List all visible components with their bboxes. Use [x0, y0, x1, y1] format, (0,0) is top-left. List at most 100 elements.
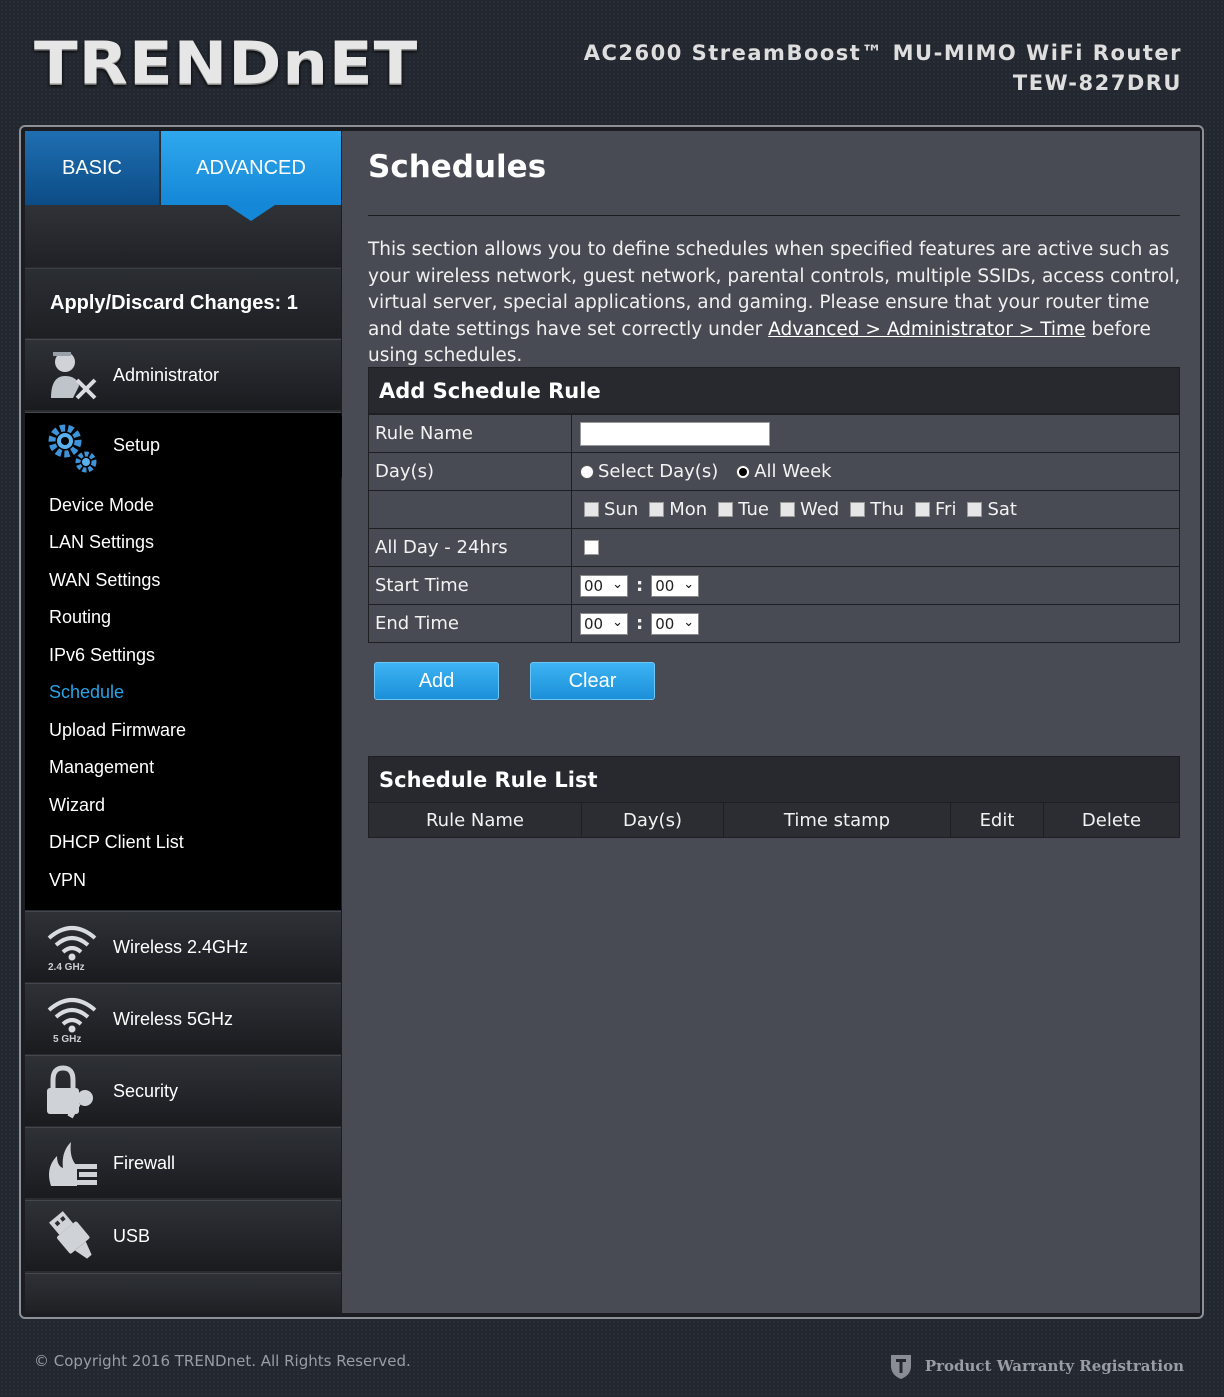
all-week-radio[interactable] [736, 464, 751, 479]
product-title: AC2600 StreamBoost™ MU-MIMO WiFi Router … [584, 38, 1182, 98]
all-day-checkbox[interactable] [584, 540, 599, 555]
wifi-band-label: 2.4 GHz [48, 962, 85, 973]
rule-list-header: Rule Name Day(s) Time stamp Edit Delete [369, 803, 1179, 837]
sidebar-subitem-wan-settings[interactable]: WAN Settings [49, 570, 160, 591]
rule-name-input[interactable] [580, 421, 770, 446]
lock-key-icon [47, 1065, 93, 1119]
end-hour-select[interactable]: 00 ⌄ [580, 612, 628, 635]
sidebar-subitem-ipv6-settings[interactable]: IPv6 Settings [49, 645, 155, 666]
sidebar-item-label: Administrator [113, 364, 220, 385]
day-label: Sun [604, 499, 639, 520]
trendnet-logo: TRENDnET [34, 30, 419, 99]
page-title: Schedules [368, 149, 547, 185]
column-header-rule-name: Rule Name [369, 803, 582, 837]
days-row: Day(s) Select Day(s) All Week [369, 452, 1179, 490]
sidebar-footer [25, 1273, 341, 1313]
tab-spacer [25, 205, 341, 267]
field-label: End Time [369, 605, 572, 642]
apply-discard-changes[interactable]: Apply/Discard Changes: 1 [25, 268, 341, 338]
field-label: All Day - 24hrs [369, 529, 572, 566]
radio-label: All Week [754, 461, 832, 482]
start-minute-select[interactable]: 00 ⌄ [651, 574, 700, 597]
sidebar-item-usb[interactable]: USB [25, 1200, 341, 1271]
gear-icon [48, 424, 97, 473]
administrator-icon [51, 352, 97, 400]
sidebar-subitem-device-mode[interactable]: Device Mode [49, 495, 154, 516]
sidebar-subitem-lan-settings[interactable]: LAN Settings [49, 532, 154, 553]
end-time-row: End Time 00 ⌄ : 00 ⌄ [369, 604, 1179, 642]
add-button[interactable]: Add [374, 662, 499, 700]
intro-text: This section allows you to define schedu… [368, 237, 1188, 370]
day-checkbox-thu[interactable] [850, 502, 866, 517]
sidebar-subitem-management[interactable]: Management [49, 757, 154, 778]
day-checkboxes-row: Sun Mon Tue Wed Thu Fri Sat [369, 490, 1179, 528]
copyright-text: © Copyright 2016 TRENDnet. All Rights Re… [34, 1352, 411, 1370]
clear-button[interactable]: Clear [530, 662, 655, 700]
sidebar-subitem-wizard[interactable]: Wizard [49, 795, 105, 816]
chevron-down-icon: ⌄ [612, 576, 623, 592]
end-minute-select[interactable]: 00 ⌄ [651, 612, 700, 635]
main-content: Schedules This section allows you to def… [342, 131, 1200, 1313]
field-label: Rule Name [369, 415, 572, 452]
column-header-edit: Edit [951, 803, 1044, 837]
select-days-radio[interactable] [580, 464, 594, 479]
sidebar-item-setup[interactable]: Setup [25, 413, 341, 477]
field-label: Start Time [369, 567, 572, 604]
sidebar-item-label: Wireless 5GHz [113, 1008, 234, 1029]
radio-label: Select Day(s) [598, 461, 719, 482]
sidebar-item-wireless-24ghz[interactable]: 2.4 GHz Wireless 2.4GHz [25, 911, 341, 982]
sidebar-item-firewall[interactable]: Firewall [25, 1127, 341, 1198]
start-hour-select[interactable]: 00 ⌄ [580, 574, 628, 597]
all-day-row: All Day - 24hrs [369, 528, 1179, 566]
select-value: 00 [584, 614, 604, 633]
rule-name-row: Rule Name [369, 414, 1179, 452]
sidebar-item-label: USB [113, 1225, 151, 1246]
sidebar-subitem-routing[interactable]: Routing [49, 607, 111, 628]
active-tab-pointer [227, 205, 275, 221]
day-label: Mon [669, 499, 708, 520]
sidebar-subitem-dhcp-client-list[interactable]: DHCP Client List [49, 832, 184, 853]
column-header-time-stamp: Time stamp [724, 803, 951, 837]
usb-icon [49, 1211, 92, 1259]
sidebar-item-label: Wireless 2.4GHz [113, 936, 249, 957]
trendnet-shield-icon [890, 1355, 911, 1379]
chevron-down-icon: ⌄ [683, 576, 695, 592]
sidebar-item-wireless-5ghz[interactable]: 5 GHz Wireless 5GHz [25, 983, 341, 1054]
select-value: 00 [584, 576, 604, 595]
sidebar-subitem-upload-firmware[interactable]: Upload Firmware [49, 720, 186, 741]
start-time-row: Start Time 00 ⌄ : 00 ⌄ [369, 566, 1179, 604]
tab-basic[interactable]: BASIC [25, 131, 160, 205]
sidebar-item-security[interactable]: Security [25, 1055, 341, 1126]
day-checkbox-sun[interactable] [584, 502, 599, 517]
sidebar-subitem-schedule[interactable]: Schedule [49, 682, 124, 703]
panel-heading: Schedule Rule List [369, 757, 1179, 803]
day-checkbox-fri[interactable] [915, 502, 931, 517]
warranty-label: Product Warranty Registration [924, 1357, 1184, 1375]
chevron-down-icon: ⌄ [612, 614, 623, 630]
time-settings-link[interactable]: Advanced > Administrator > Time [768, 319, 1085, 340]
day-label: Sat [987, 499, 1017, 520]
day-checkbox-wed[interactable] [779, 502, 795, 517]
day-label: Fri [935, 499, 957, 520]
field-label: Day(s) [369, 453, 572, 490]
schedule-rule-list-panel: Schedule Rule List Rule Name Day(s) Time… [368, 756, 1180, 838]
sidebar-subitem-vpn[interactable]: VPN [49, 870, 86, 891]
day-checkbox-sat[interactable] [967, 502, 983, 517]
day-checkbox-tue[interactable] [718, 502, 734, 517]
chevron-down-icon: ⌄ [683, 614, 695, 630]
wifi-band-label: 5 GHz [53, 1034, 82, 1045]
day-label: Tue [738, 499, 769, 520]
select-value: 00 [655, 614, 675, 633]
product-name: AC2600 StreamBoost™ MU-MIMO WiFi Router [583, 41, 1182, 65]
sidebar-item-label: Security [113, 1080, 179, 1101]
day-checkbox-mon[interactable] [649, 502, 665, 517]
setup-section: Setup Device Mode LAN Settings WAN Setti… [25, 412, 341, 910]
sidebar-item-administrator[interactable]: Administrator [25, 339, 341, 410]
sidebar-item-label: Firewall [113, 1152, 176, 1173]
add-schedule-rule-panel: Add Schedule Rule Rule Name Day(s) Selec… [368, 367, 1180, 643]
column-header-days: Day(s) [582, 803, 724, 837]
tab-advanced[interactable]: ADVANCED [161, 131, 341, 205]
product-warranty-registration-link[interactable]: Product Warranty Registration [889, 1352, 1184, 1380]
mode-tabs: BASIC ADVANCED [25, 131, 341, 205]
day-label: Thu [870, 499, 905, 520]
